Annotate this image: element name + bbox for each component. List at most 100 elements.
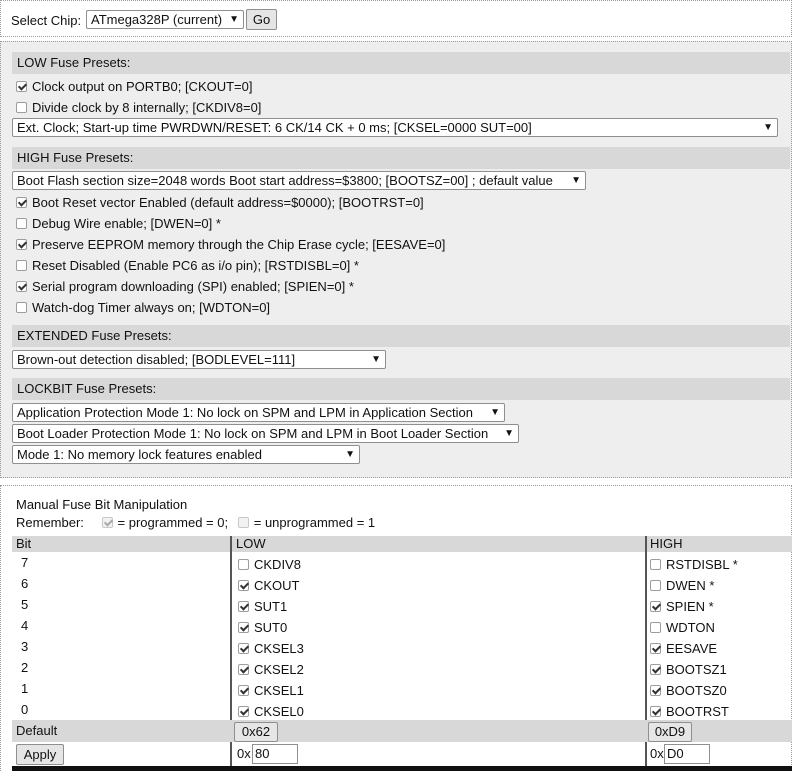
checkbox-checked-icon[interactable] xyxy=(16,81,27,92)
memory-lock-select[interactable]: Mode 1: No memory lock features enabled … xyxy=(12,445,360,464)
bit-number: 7 xyxy=(21,555,29,570)
high-bit-label: BOOTSZ0 xyxy=(666,683,727,698)
checkbox-unchecked-icon[interactable] xyxy=(238,559,249,570)
ckdiv8-label: Divide clock by 8 internally; [CKDIV8=0] xyxy=(32,100,262,115)
low-bit-option[interactable]: CKDIV8 xyxy=(238,556,301,574)
low-default-button[interactable]: 0x62 xyxy=(234,722,278,742)
eesave-label: Preserve EEPROM memory through the Chip … xyxy=(32,237,446,252)
checkbox-checked-icon[interactable] xyxy=(238,664,249,675)
low-bit-option[interactable]: CKSEL3 xyxy=(238,640,304,658)
ckout-option[interactable]: Clock output on PORTB0; [CKOUT=0] xyxy=(16,78,253,96)
bit-number: 0 xyxy=(21,702,29,717)
extended-fuse-heading: EXTENDED Fuse Presets: xyxy=(12,325,790,347)
low-bit-option[interactable]: SUT1 xyxy=(238,598,287,616)
chip-label: Select Chip: xyxy=(11,13,82,28)
checkbox-unchecked-icon[interactable] xyxy=(16,218,27,229)
low-bit-label: CKSEL3 xyxy=(254,641,304,656)
high-bit-label: WDTON xyxy=(666,620,715,635)
checkbox-checked-icon[interactable] xyxy=(238,580,249,591)
checkbox-checked-icon[interactable] xyxy=(16,281,27,292)
rstdisbl-option[interactable]: Reset Disabled (Enable PC6 as i/o pin); … xyxy=(16,257,359,275)
checkbox-checked-icon[interactable] xyxy=(238,601,249,612)
bootsz-value: Boot Flash section size=2048 words Boot … xyxy=(17,173,553,188)
bit-number: 3 xyxy=(21,639,29,654)
bootsz-select[interactable]: Boot Flash section size=2048 words Boot … xyxy=(12,171,586,190)
dwen-label: Debug Wire enable; [DWEN=0] * xyxy=(32,216,221,231)
high-bit-option[interactable]: SPIEN * xyxy=(650,598,714,616)
high-default-button[interactable]: 0xD9 xyxy=(648,722,692,742)
bodlevel-value: Brown-out detection disabled; [BODLEVEL=… xyxy=(17,352,296,367)
checkbox-unchecked-icon[interactable] xyxy=(16,102,27,113)
low-bit-option[interactable]: CKSEL2 xyxy=(238,661,304,679)
checkbox-checked-icon[interactable] xyxy=(16,197,27,208)
high-fuse-input[interactable]: D0 xyxy=(664,744,710,764)
low-bit-label: CKSEL0 xyxy=(254,704,304,719)
checkbox-checked-icon[interactable] xyxy=(238,706,249,717)
spien-option[interactable]: Serial program downloading (SPI) enabled… xyxy=(16,278,354,296)
ckout-label: Clock output on PORTB0; [CKOUT=0] xyxy=(32,79,253,94)
checkbox-checked-icon[interactable] xyxy=(238,643,249,654)
checkbox-checked-icon[interactable] xyxy=(238,685,249,696)
low-column-header: LOW xyxy=(236,536,266,551)
bootloader-protection-value: Boot Loader Protection Mode 1: No lock o… xyxy=(17,426,489,441)
low-bit-label: CKSEL1 xyxy=(254,683,304,698)
checkbox-checked-icon[interactable] xyxy=(650,643,661,654)
wdton-option[interactable]: Watch-dog Timer always on; [WDTON=0] xyxy=(16,299,270,317)
low-bit-option[interactable]: CKOUT xyxy=(238,577,300,595)
high-bit-option[interactable]: BOOTRST xyxy=(650,703,729,721)
clock-source-select[interactable]: Ext. Clock; Start-up time PWRDWN/RESET: … xyxy=(12,118,778,137)
checkbox-unchecked-icon[interactable] xyxy=(16,260,27,271)
checkbox-unchecked-icon[interactable] xyxy=(16,302,27,313)
memory-lock-value: Mode 1: No memory lock features enabled xyxy=(17,447,262,462)
high-column-header: HIGH xyxy=(650,536,683,551)
checkbox-checked-icon[interactable] xyxy=(650,685,661,696)
low-bit-label: CKOUT xyxy=(254,578,300,593)
app-protection-select[interactable]: Application Protection Mode 1: No lock o… xyxy=(12,403,505,422)
high-bit-option[interactable]: EESAVE xyxy=(650,640,717,658)
bit-column-header: Bit xyxy=(16,536,32,551)
low-bit-label: CKDIV8 xyxy=(254,557,301,572)
low-hex-prefix: 0x xyxy=(237,746,251,761)
bodlevel-select[interactable]: Brown-out detection disabled; [BODLEVEL=… xyxy=(12,350,386,369)
spien-label: Serial program downloading (SPI) enabled… xyxy=(32,279,354,294)
wdton-label: Watch-dog Timer always on; [WDTON=0] xyxy=(32,300,271,315)
apply-button[interactable]: Apply xyxy=(16,744,64,765)
high-bit-label: DWEN * xyxy=(666,578,715,593)
lockbit-fuse-heading: LOCKBIT Fuse Presets: xyxy=(12,378,790,400)
low-bit-label: SUT0 xyxy=(254,620,288,635)
chip-select[interactable]: ATmega328P (current) ▼ xyxy=(86,10,244,29)
high-hex-prefix: 0x xyxy=(650,746,664,761)
high-bit-option[interactable]: BOOTSZ0 xyxy=(650,682,727,700)
low-bit-option[interactable]: CKSEL1 xyxy=(238,682,304,700)
bit-number: 1 xyxy=(21,681,29,696)
high-bit-option[interactable]: BOOTSZ1 xyxy=(650,661,727,679)
checkbox-unchecked-icon[interactable] xyxy=(650,559,661,570)
low-bit-option[interactable]: CKSEL0 xyxy=(238,703,304,721)
high-bit-label: EESAVE xyxy=(666,641,718,656)
go-button[interactable]: Go xyxy=(246,9,277,30)
high-bit-label: RSTDISBL * xyxy=(666,557,738,572)
high-bit-option[interactable]: RSTDISBL * xyxy=(650,556,738,574)
checkbox-checked-icon[interactable] xyxy=(238,622,249,633)
high-bit-option[interactable]: DWEN * xyxy=(650,577,714,595)
checkbox-checked-icon[interactable] xyxy=(650,664,661,675)
high-fuse-heading: HIGH Fuse Presets: xyxy=(12,147,790,169)
bootloader-protection-select[interactable]: Boot Loader Protection Mode 1: No lock o… xyxy=(12,424,519,443)
dropdown-arrow-icon: ▼ xyxy=(229,14,239,25)
bootrst-option[interactable]: Boot Reset vector Enabled (default addre… xyxy=(16,194,424,212)
low-bit-option[interactable]: SUT0 xyxy=(238,619,287,637)
dwen-option[interactable]: Debug Wire enable; [DWEN=0] * xyxy=(16,215,221,233)
checkbox-unchecked-icon[interactable] xyxy=(650,580,661,591)
chip-select-value: ATmega328P (current) xyxy=(91,12,223,27)
ckdiv8-option[interactable]: Divide clock by 8 internally; [CKDIV8=0] xyxy=(16,99,261,117)
checkbox-checked-icon[interactable] xyxy=(16,239,27,250)
high-bit-label: SPIEN * xyxy=(666,599,714,614)
high-bit-option[interactable]: WDTON xyxy=(650,619,715,637)
eesave-option[interactable]: Preserve EEPROM memory through the Chip … xyxy=(16,236,445,254)
checkbox-checked-icon[interactable] xyxy=(650,601,661,612)
checkbox-unchecked-icon[interactable] xyxy=(650,622,661,633)
rstdisbl-label: Reset Disabled (Enable PC6 as i/o pin); … xyxy=(32,258,359,273)
checkbox-checked-icon[interactable] xyxy=(650,706,661,717)
clock-source-value: Ext. Clock; Start-up time PWRDWN/RESET: … xyxy=(17,120,532,135)
low-fuse-input[interactable]: 80 xyxy=(252,744,298,764)
